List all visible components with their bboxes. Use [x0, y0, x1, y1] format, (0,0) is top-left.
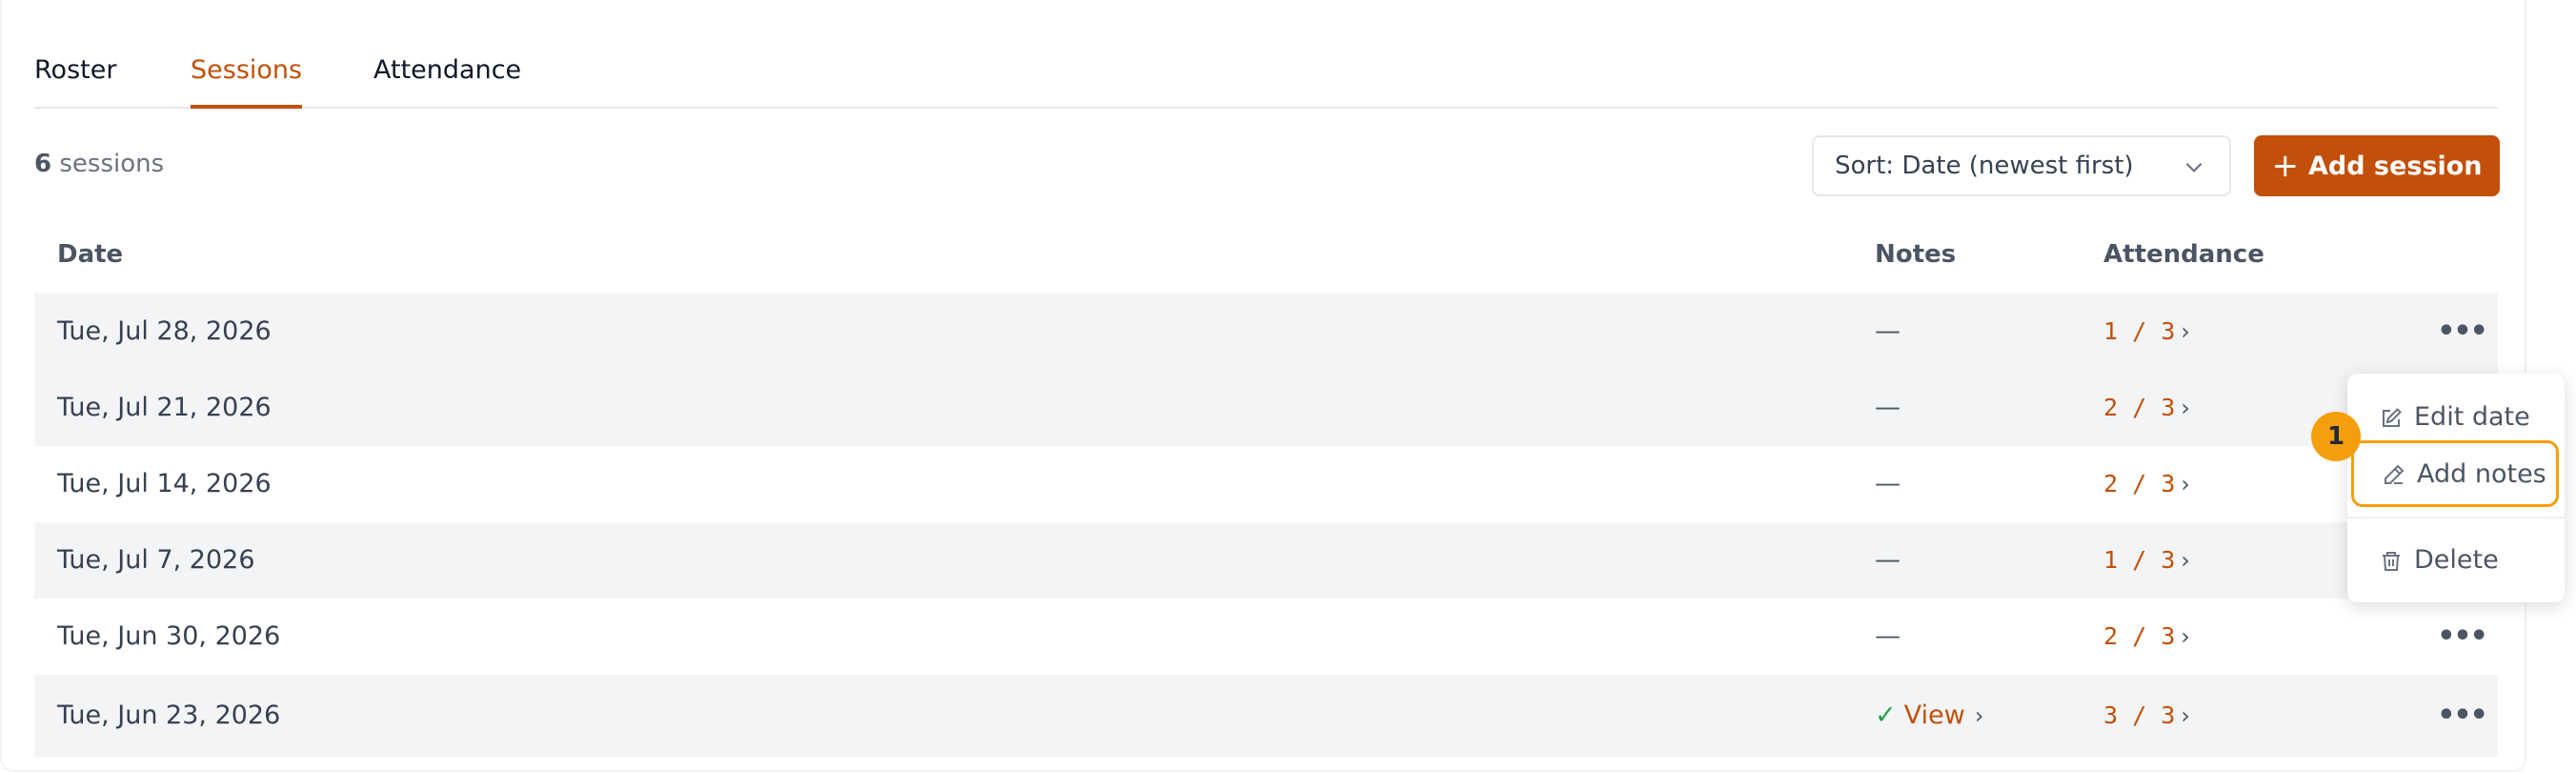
row-action-menu: Edit date Add notes Delete — [2347, 374, 2565, 602]
row-notes: — — [1875, 545, 1901, 575]
attendance-link[interactable]: 3 / 3 › — [2103, 675, 2190, 757]
attendance-link[interactable]: 2 / 3 › — [2103, 370, 2190, 446]
view-notes-link[interactable]: ✓ View › — [1875, 701, 1983, 730]
row-date: Tue, Jul 21, 2026 — [57, 393, 272, 422]
tab-bar: Roster Sessions Attendance — [34, 0, 2498, 109]
row-menu-button[interactable]: ••• — [2433, 675, 2490, 757]
row-date: Tue, Jul 7, 2026 — [57, 545, 255, 575]
chevron-right-icon: › — [2181, 395, 2190, 421]
attended-count: 1 — [2103, 317, 2119, 345]
row-notes: — — [1875, 469, 1901, 498]
edit-icon — [2383, 408, 2402, 427]
row-date: Tue, Jun 30, 2026 — [57, 621, 281, 651]
row-date: Tue, Jul 28, 2026 — [57, 316, 272, 346]
menu-item-label: Add notes — [2417, 459, 2546, 489]
table-row: Tue, Jun 30, 2026 — 2 / 3 › ••• — [34, 599, 2498, 675]
menu-divider — [2347, 517, 2565, 518]
total-count: 3 — [2161, 470, 2176, 498]
table-row: Tue, Jul 28, 2026 — 1 / 3 › ••• — [34, 294, 2498, 370]
column-header-date[interactable]: Date — [57, 240, 123, 269]
total-count: 3 — [2161, 701, 2176, 729]
row-notes: — — [1875, 393, 1901, 422]
column-header-notes[interactable]: Notes — [1875, 240, 1956, 269]
more-horizontal-icon: ••• — [2437, 315, 2488, 348]
sort-select[interactable]: Sort: Date (newest first) — [1812, 135, 2231, 196]
table-row: Tue, Jul 14, 2026 — 2 / 3 › — [34, 446, 2498, 522]
more-horizontal-icon: ••• — [2437, 620, 2488, 653]
total-count: 3 — [2161, 546, 2176, 574]
attended-count: 1 — [2103, 546, 2119, 574]
tab-roster[interactable]: Roster — [34, 55, 116, 109]
table-row: Tue, Jul 21, 2026 — 2 / 3 › — [34, 370, 2498, 446]
attended-count: 2 — [2103, 622, 2119, 650]
attendance-link[interactable]: 1 / 3 › — [2103, 522, 2190, 599]
session-count-suffix: sessions — [51, 150, 165, 178]
menu-item-label: Delete — [2414, 545, 2499, 575]
attendance-link[interactable]: 2 / 3 › — [2103, 446, 2190, 522]
row-date: Tue, Jun 23, 2026 — [57, 701, 281, 730]
column-header-attendance[interactable]: Attendance — [2103, 240, 2264, 269]
chevron-right-icon: › — [2181, 623, 2190, 650]
attended-count: 2 — [2103, 394, 2119, 421]
menu-item-add-notes[interactable]: Add notes — [2351, 440, 2559, 507]
total-count: 3 — [2161, 394, 2176, 421]
menu-item-label: Edit date — [2414, 402, 2530, 432]
step-badge: 1 — [2311, 412, 2361, 461]
trash-icon — [2383, 552, 2400, 571]
table-row: Tue, Jun 23, 2026 ✓ View › 3 / 3 › ••• — [34, 675, 2498, 757]
sort-label: Sort: Date (newest first) — [1835, 152, 2134, 180]
attended-count: 3 — [2103, 701, 2119, 729]
session-count: 6 sessions — [34, 150, 164, 178]
chevron-right-icon: › — [2181, 547, 2190, 574]
chevron-down-icon — [2185, 162, 2203, 173]
row-notes: — — [1875, 621, 1901, 651]
tab-attendance[interactable]: Attendance — [373, 55, 521, 109]
chevron-right-icon: › — [1974, 702, 1984, 729]
total-count: 3 — [2161, 317, 2176, 345]
total-count: 3 — [2161, 622, 2176, 650]
add-session-label: Add session — [2307, 152, 2483, 181]
chevron-right-icon: › — [2181, 318, 2190, 345]
sessions-card: Roster Sessions Attendance 6 sessions So… — [0, 0, 2526, 772]
row-notes: — — [1875, 316, 1901, 346]
chevron-right-icon: › — [2181, 471, 2190, 498]
tab-sessions[interactable]: Sessions — [191, 55, 303, 109]
row-menu-button[interactable]: ••• — [2433, 294, 2490, 370]
attended-count: 2 — [2103, 470, 2119, 498]
row-menu-button[interactable]: ••• — [2433, 599, 2490, 675]
row-date: Tue, Jul 14, 2026 — [57, 469, 272, 498]
view-notes-label: View — [1903, 701, 1965, 730]
plus-icon: + — [2271, 147, 2299, 185]
add-session-button[interactable]: + Add session — [2254, 135, 2500, 196]
check-icon: ✓ — [1875, 701, 1897, 730]
row-notes: ✓ View › — [1875, 675, 1983, 757]
menu-item-edit-date[interactable]: Edit date — [2347, 387, 2565, 448]
pencil-icon — [2385, 464, 2405, 484]
table-row: Tue, Jul 7, 2026 — 1 / 3 › — [34, 522, 2498, 599]
session-count-number: 6 — [34, 150, 52, 178]
chevron-right-icon: › — [2181, 702, 2190, 729]
menu-item-delete[interactable]: Delete — [2347, 530, 2565, 591]
attendance-link[interactable]: 2 / 3 › — [2103, 599, 2190, 675]
attendance-link[interactable]: 1 / 3 › — [2103, 294, 2190, 370]
more-horizontal-icon: ••• — [2437, 699, 2488, 732]
